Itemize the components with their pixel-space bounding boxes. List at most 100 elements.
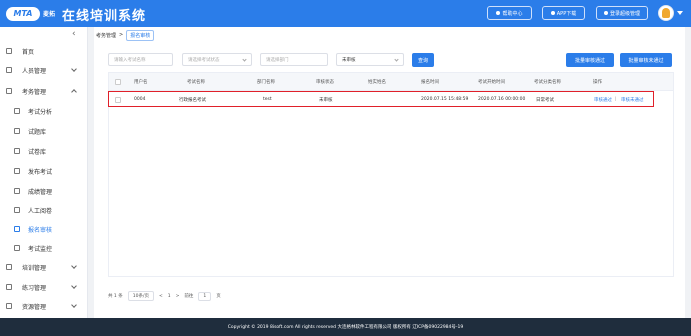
chevron-down-icon <box>71 66 77 72</box>
exam-status-placeholder: 请选择考试状态 <box>188 57 220 63</box>
review-status-value: 未审核 <box>342 57 356 63</box>
caret-down-icon[interactable] <box>677 11 683 15</box>
logo: MTA 麦拓 <box>6 6 55 21</box>
app-title: 在线培训系统 <box>62 9 147 24</box>
app-download-button[interactable]: APP下载 <box>542 6 585 20</box>
mobile-icon <box>550 11 555 15</box>
breadcrumb-current[interactable]: 报名审核 <box>126 30 155 41</box>
sidebar-item-exam-admin[interactable]: 考务管理 <box>0 83 88 99</box>
sidebar-item-label: 报名审核 <box>28 226 53 234</box>
sidebar-item-signup-review[interactable]: 报名审核 <box>0 221 88 237</box>
col-exam-name: 考试名称 <box>187 80 205 85</box>
top-header: MTA 麦拓 在线培训系统 帮助中心 APP下载 登录超级管理 <box>0 0 691 27</box>
sidebar-item-label: 首页 <box>22 48 35 56</box>
help-label: 帮助中心 <box>502 10 523 17</box>
sidebar-item-label: 培训管理 <box>22 264 47 272</box>
search-button[interactable]: 查询 <box>412 53 434 67</box>
page-unit: 页 <box>216 294 221 299</box>
chevron-down-icon <box>242 57 247 62</box>
resource-icon <box>6 303 12 309</box>
footer: Copyright © 2019 8isoft.com All rights r… <box>0 318 691 336</box>
user-icon <box>6 67 12 73</box>
sidebar-item-scores[interactable]: 成绩管理 <box>0 183 88 199</box>
prev-page-button[interactable]: < <box>159 294 163 299</box>
goto-label: 前往 <box>184 294 194 299</box>
pagination: 共 1 条 10条/页 < 1 > 前往 1 页 <box>108 291 221 301</box>
col-start-time: 考试开始时间 <box>478 80 505 85</box>
exam-status-select[interactable]: 请选择考试状态 <box>182 53 252 66</box>
select-all-checkbox[interactable] <box>115 79 121 85</box>
col-category: 考试分类名称 <box>534 80 561 85</box>
chevron-down-icon <box>71 302 77 308</box>
practice-icon <box>6 284 12 290</box>
sidebar-item-label: 资源管理 <box>22 303 47 311</box>
sidebar-item-label: 发布考试 <box>28 168 53 176</box>
col-actions: 操作 <box>593 80 602 85</box>
logo-sub: 麦拓 <box>43 11 56 18</box>
next-page-button[interactable]: > <box>176 294 180 299</box>
sidebar-item-exam-analysis[interactable]: 考试分析 <box>0 103 88 119</box>
col-signup-time: 报名时间 <box>421 80 439 85</box>
page-size-select[interactable]: 10条/页 <box>127 291 154 301</box>
person-icon <box>14 207 20 213</box>
training-icon <box>6 264 12 270</box>
department-input[interactable]: 请选择部门 <box>260 53 328 66</box>
sidebar: ‹ 首页 人员管理 考务管理 考试分析 试题库 试卷库 发布考试 成绩管理 人工… <box>0 27 88 318</box>
paper-icon <box>14 148 20 154</box>
col-real-name: 姓实姓名 <box>368 80 386 85</box>
review-status-select[interactable]: 未审核 <box>336 53 404 66</box>
breadcrumb-parent[interactable]: 考务管理 <box>96 32 116 41</box>
help-center-button[interactable]: 帮助中心 <box>487 6 532 20</box>
user-login-button[interactable]: 登录超级管理 <box>596 6 648 20</box>
exam-name-input[interactable]: 请输入考试名称 <box>108 53 173 66</box>
total-count: 共 1 条 <box>108 294 123 299</box>
sidebar-item-label: 试卷库 <box>28 148 47 156</box>
sidebar-item-label: 考务管理 <box>22 88 47 96</box>
chevron-down-icon <box>71 263 77 269</box>
breadcrumb-separator: > <box>119 32 124 38</box>
copyright-text: Copyright © 2019 8isoft.com All rights r… <box>227 325 464 330</box>
app-download-label: APP下载 <box>556 10 577 17</box>
sidebar-item-practice[interactable]: 练习管理 <box>0 279 88 295</box>
logo-badge: MTA <box>6 6 40 21</box>
chart-icon <box>14 108 20 114</box>
score-icon <box>14 188 20 194</box>
sidebar-item-label: 人工阅卷 <box>28 207 53 215</box>
monitor-icon <box>14 245 20 251</box>
goto-page-input[interactable]: 1 <box>198 291 212 301</box>
user-label: 登录超级管理 <box>609 10 640 17</box>
sidebar-item-resources[interactable]: 资源管理 <box>0 298 88 314</box>
chevron-up-icon <box>71 89 77 95</box>
sidebar-item-home[interactable]: 首页 <box>0 43 88 59</box>
sidebar-item-paper-bank[interactable]: 试卷库 <box>0 143 88 159</box>
chevron-down-icon <box>394 57 399 62</box>
avatar[interactable] <box>658 5 674 21</box>
help-icon <box>496 11 501 15</box>
sidebar-item-label: 练习管理 <box>22 284 47 292</box>
sidebar-item-label: 人员管理 <box>22 67 47 75</box>
sidebar-item-question-bank[interactable]: 试题库 <box>0 123 88 139</box>
database-icon <box>14 128 20 134</box>
avatar-image <box>662 8 670 18</box>
home-icon <box>6 48 12 54</box>
sidebar-item-personnel[interactable]: 人员管理 <box>0 62 88 78</box>
publish-icon <box>14 168 20 174</box>
sidebar-item-publish-exam[interactable]: 发布考试 <box>0 163 88 179</box>
user-icon <box>603 11 608 15</box>
current-page[interactable]: 1 <box>168 294 171 299</box>
sidebar-item-manual-grading[interactable]: 人工阅卷 <box>0 202 88 218</box>
sidebar-item-exam-monitor[interactable]: 考试监控 <box>0 240 88 256</box>
sidebar-item-label: 考试监控 <box>28 245 53 253</box>
batch-reject-button[interactable]: 批量审核未通过 <box>620 53 672 67</box>
col-username: 用户名 <box>134 80 148 85</box>
breadcrumb: 考务管理 > 报名审核 <box>96 30 155 41</box>
col-dept: 部门名称 <box>257 80 275 85</box>
sidebar-item-label: 成绩管理 <box>28 188 53 196</box>
collapse-icon[interactable]: ‹ <box>72 29 76 39</box>
col-status: 审核状态 <box>316 80 334 85</box>
chevron-down-icon <box>71 283 77 289</box>
batch-approve-button[interactable]: 批量审核通过 <box>566 53 614 67</box>
sidebar-item-training[interactable]: 培训管理 <box>0 259 88 275</box>
sidebar-item-label: 考试分析 <box>28 108 53 116</box>
review-icon <box>14 226 20 232</box>
